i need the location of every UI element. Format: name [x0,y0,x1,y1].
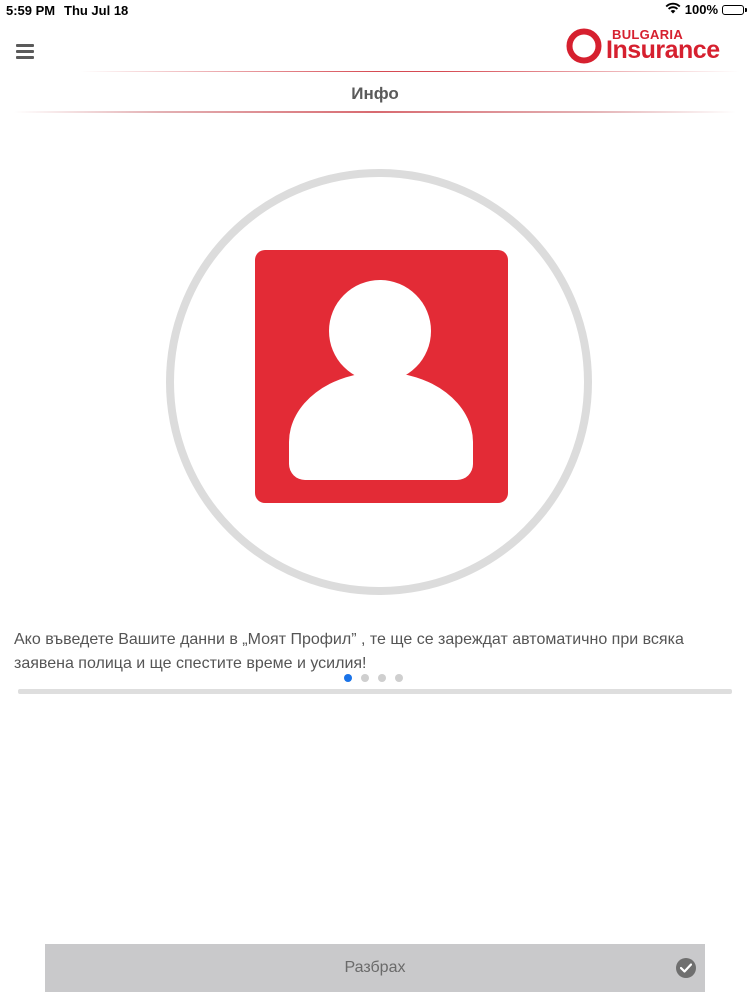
pagination-dot-3[interactable] [378,674,386,682]
wifi-icon [665,2,681,17]
logo-ring-icon [566,28,602,64]
onboarding-description: Ако въведете Вашите данни в „Моят Профил… [14,631,684,672]
status-date: Thu Jul 18 [64,3,129,18]
understood-button[interactable]: Разбрах [45,944,705,992]
header-divider [80,71,740,72]
profile-head-shape [329,280,431,382]
page-title: Инфо [351,84,399,103]
status-indicators: 100% [665,2,747,17]
user-profile-icon [255,250,508,503]
battery-percentage: 100% [684,2,718,17]
bulgaria-insurance-logo: BULGARIA Insurance [566,24,720,66]
understood-button-label: Разбрах [344,959,406,976]
checkmark-circle-icon [676,958,696,978]
pagination-dot-4[interactable] [395,674,403,682]
page-indicator-track [18,689,732,694]
pagination-dots [344,674,403,682]
pagination-dot-1[interactable] [344,674,352,682]
status-bar: 5:59 PM Thu Jul 18 100% [0,0,750,20]
battery-icon [722,4,747,15]
hamburger-menu-icon[interactable] [16,44,34,60]
title-divider [14,111,736,113]
logo-text-insurance: Insurance [606,36,720,64]
status-time: 5:59 PM [6,3,56,18]
profile-body-shape [289,372,473,480]
pagination-dot-2[interactable] [361,674,369,682]
